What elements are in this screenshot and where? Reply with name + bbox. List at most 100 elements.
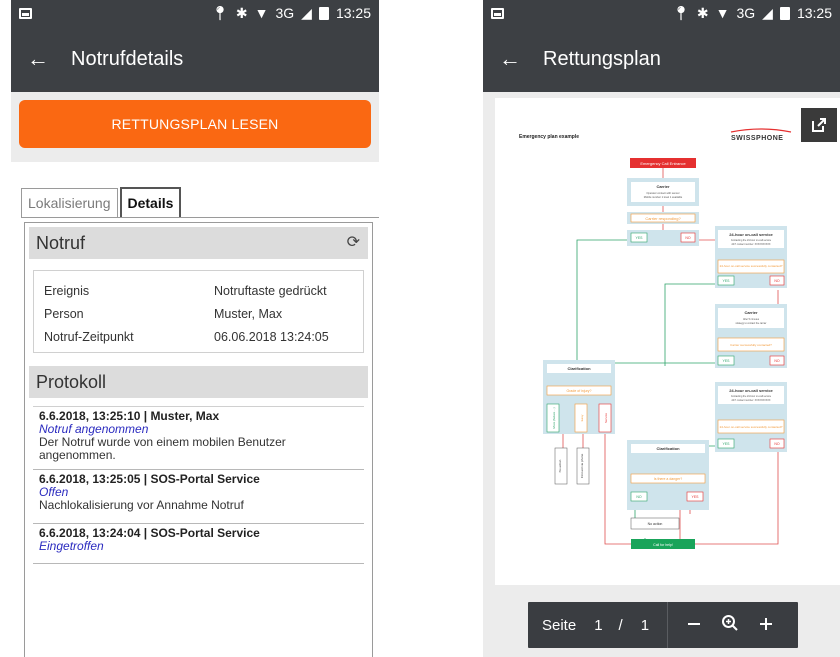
tab-lokalisierung[interactable]: Lokalisierung <box>21 188 118 217</box>
app-bar: ← Rettungsplan <box>483 26 840 92</box>
network-type: 3G <box>736 5 756 21</box>
grade-label: Grade of injury? <box>567 389 592 393</box>
res-noaction-label: No action <box>558 459 562 472</box>
opt-more-label: More (failure ...) <box>552 407 556 428</box>
protokoll-entry: 6.6.2018, 13:25:10 | Muster, Max Notruf … <box>33 407 364 470</box>
callhelp-label: Call for help! <box>653 543 673 547</box>
notruf-heading: Notruf <box>36 232 86 253</box>
res-phone-label: First aid via phone <box>580 453 584 478</box>
yes1-label: YES <box>635 236 643 240</box>
wifi-icon: ▼ <box>715 5 730 21</box>
q1-label: Carrier responding? <box>645 216 681 221</box>
info-key: Person <box>44 306 84 321</box>
info-value: Notruftaste gedrückt <box>214 283 327 298</box>
pdf-viewer: Emergency plan example SWISSPHONE Emerge… <box>483 92 840 657</box>
pager-divider <box>667 602 669 648</box>
node-carrier1-label: Carrier <box>656 184 670 189</box>
status-bar: 📍︎ ✱ ▼ 3G ◢ 13:25 <box>11 0 379 26</box>
no1-label: NO <box>685 236 691 240</box>
svc2-sub2: 24/7 contact number: XXXXXXXXXX <box>731 399 770 402</box>
noaction2-label: No action <box>648 522 663 526</box>
protokoll-entry: 6.6.2018, 13:24:04 | SOS-Portal Service … <box>33 524 364 564</box>
entry-header: 6.6.2018, 13:25:05 | SOS-Portal Service <box>39 472 260 486</box>
notruf-section-header: Notruf ⟳ <box>29 227 368 259</box>
left-screen: 📍︎ ✱ ▼ 3G ◢ 13:25 ← Notrufdetails RETTUN… <box>11 0 379 657</box>
info-row: Person Muster, Max <box>44 302 353 325</box>
protokoll-section-header: Protokoll <box>29 366 368 398</box>
info-value: 06.06.2018 13:24:05 <box>214 329 329 344</box>
zoom-icon <box>712 612 748 638</box>
opt-easy-label: Easy <box>580 414 584 421</box>
opt-service-label: Service <box>604 413 608 423</box>
carrier2-q-label: Carrier successfully contacted? <box>730 343 772 347</box>
page-label: Seite <box>542 616 577 634</box>
page-title: Notrufdetails <box>71 47 184 70</box>
details-panel: Notruf ⟳ Ereignis Notruftaste gedrückt P… <box>24 222 373 657</box>
no2-label: NO <box>774 279 780 283</box>
yes4-label: YES <box>722 442 730 446</box>
carrier2-sub2: strategy to contact the carrier <box>736 322 767 325</box>
protokoll-list: 6.6.2018, 13:25:10 | Muster, Max Notruf … <box>33 406 364 564</box>
clar1-label: Clarification <box>567 366 591 371</box>
back-arrow-icon[interactable]: ← <box>27 46 71 72</box>
refresh-icon[interactable]: ⟳ <box>347 232 360 252</box>
current-page[interactable]: 1 <box>594 617 602 634</box>
node-carrier1-sub1: Operator contact with sensor <box>646 191 679 195</box>
location-icon: 📍︎ <box>211 4 229 21</box>
tab-details[interactable]: Details <box>119 187 182 217</box>
svc1-sub1: Contacting the 24-hour on-call service <box>731 239 772 242</box>
bluetooth-icon: ✱ <box>696 4 709 21</box>
bluetooth-icon: ✱ <box>235 4 248 21</box>
brand-swoosh <box>730 128 792 133</box>
no5-label: YES <box>691 495 699 499</box>
brand-logo: SWISSPHONE <box>731 135 783 142</box>
entry-detail: Nachlokalisierung vor Annahme Notruf <box>39 498 244 512</box>
entry-detail: Der Notruf wurde von einem mobilen Benut… <box>39 435 286 462</box>
carrier2-sub1: After 5 minutes <box>743 318 760 321</box>
rettungsplan-lesen-button[interactable]: RETTUNGSPLAN LESEN <box>19 100 371 148</box>
signal-icon: ◢ <box>762 4 773 21</box>
entry-state: Eingetroffen <box>39 539 104 553</box>
node-carrier1-sub2: Mobile number 1 level 1 available <box>644 195 683 199</box>
back-arrow-icon[interactable]: ← <box>499 46 543 72</box>
svc2-label: 24-hour on-call service <box>729 388 773 393</box>
yes2-label: YES <box>722 279 730 283</box>
page-separator: / <box>618 616 623 634</box>
svc1-q-label: 24-hour on-call service successfully con… <box>720 264 783 268</box>
info-value: Muster, Max <box>214 306 283 321</box>
protokoll-entry: 6.6.2018, 13:25:05 | SOS-Portal Service … <box>33 470 364 524</box>
notruf-info-box: Ereignis Notruftaste gedrückt Person Mus… <box>33 270 364 353</box>
yes5-label: NO <box>636 495 642 499</box>
page-title: Rettungsplan <box>543 47 661 70</box>
page-navigation-bar: Seite 1 / 1 <box>528 602 798 648</box>
wifi-icon: ▼ <box>254 5 269 21</box>
zoom-out-button[interactable] <box>676 612 712 638</box>
clar2-label: Clarification <box>656 446 680 451</box>
battery-icon <box>318 6 329 20</box>
location-icon: 📍︎ <box>672 4 690 21</box>
action-area: RETTUNGSPLAN LESEN <box>11 92 379 162</box>
info-key: Notruf-Zeitpunkt <box>44 329 134 344</box>
info-key: Ereignis <box>44 283 90 298</box>
danger-label: Is there a danger? <box>654 477 682 481</box>
no3-label: NO <box>774 359 780 363</box>
right-screen: 📍︎ ✱ ▼ 3G ◢ 13:25 ← Rettungsplan Emergen… <box>483 0 840 657</box>
zoom-in-button[interactable] <box>748 612 784 638</box>
total-pages: 1 <box>640 616 650 634</box>
protokoll-heading: Protokoll <box>36 371 107 392</box>
open-external-button[interactable] <box>801 108 837 142</box>
node-entrance-label: Emergency Call Entrance <box>640 161 686 166</box>
app-bar: ← Notrufdetails <box>11 26 379 92</box>
magnifier-icon <box>722 615 738 631</box>
battery-icon <box>779 6 790 20</box>
tab-bar: Lokalisierung Details <box>21 187 379 218</box>
doc-title: Emergency plan example <box>519 134 579 140</box>
carrier2-label: Carrier <box>744 310 758 315</box>
pdf-page[interactable]: Emergency plan example SWISSPHONE Emerge… <box>495 98 840 585</box>
notification-app-icon <box>491 7 504 19</box>
minus-icon <box>688 623 701 625</box>
info-row: Notruf-Zeitpunkt 06.06.2018 13:24:05 <box>44 325 353 348</box>
svc1-sub2: 24/7 contact number: XXXXXXXXXX <box>731 243 770 246</box>
notification-app-icon <box>19 7 32 19</box>
clock: 13:25 <box>335 5 371 21</box>
